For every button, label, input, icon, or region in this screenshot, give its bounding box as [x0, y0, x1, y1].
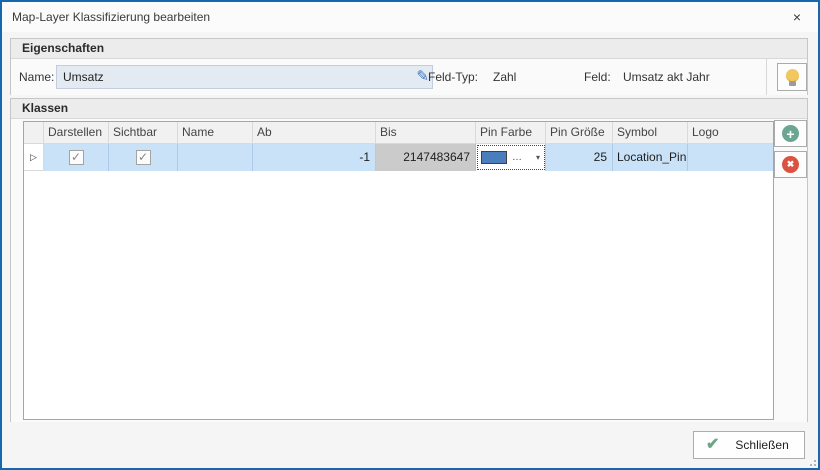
delete-x-icon: ✖: [782, 156, 799, 173]
header-row-selector: [24, 122, 44, 144]
properties-body: Name: ✎ Feld-Typ: Zahl Feld: Umsatz akt …: [11, 59, 807, 95]
sichtbar-checkbox[interactable]: ✓: [136, 150, 151, 165]
ellipsis-label: …: [512, 153, 523, 163]
cell-name[interactable]: [178, 144, 253, 171]
header-ab[interactable]: Ab: [253, 122, 376, 144]
name-label: Name:: [19, 70, 54, 84]
field-label: Feld:: [584, 70, 611, 84]
name-input-wrap: ✎: [56, 65, 433, 89]
field-value: Umsatz akt Jahr: [623, 70, 710, 84]
header-pin-groesse[interactable]: Pin Größe: [546, 122, 613, 144]
name-input[interactable]: [56, 65, 433, 89]
cell-darstellen: ✓: [44, 144, 109, 171]
row-marker-icon: ▷: [30, 152, 37, 162]
color-swatch: [481, 151, 507, 164]
header-logo[interactable]: Logo: [688, 122, 773, 144]
classes-body: Darstellen Sichtbar Name Ab Bis Pin Farb…: [11, 119, 807, 422]
plus-icon: +: [782, 125, 799, 142]
dropdown-arrow-icon: ▾: [536, 144, 540, 171]
header-bis[interactable]: Bis: [376, 122, 476, 144]
close-dialog-label: Schließen: [735, 438, 788, 452]
row-marker: ▷: [24, 144, 44, 171]
close-icon[interactable]: ×: [788, 8, 806, 26]
classes-section-title: Klassen: [11, 99, 807, 119]
check-icon: ✓: [70, 151, 83, 164]
dialog-title: Map-Layer Klassifizierung bearbeiten: [12, 2, 210, 32]
cell-symbol[interactable]: Location_Pin: [613, 144, 688, 171]
cell-pin-size[interactable]: 25: [546, 144, 613, 171]
dialog-window: Map-Layer Klassifizierung bearbeiten × E…: [0, 0, 820, 470]
lightbulb-icon: [786, 69, 799, 86]
divider: [766, 59, 767, 95]
table-header-row: Darstellen Sichtbar Name Ab Bis Pin Farb…: [24, 122, 773, 144]
cell-logo[interactable]: [688, 144, 773, 171]
check-icon: ✓: [137, 151, 150, 164]
cell-bis[interactable]: 2147483647: [376, 144, 476, 171]
pin-color-dropdown[interactable]: … ▾: [476, 144, 546, 171]
add-class-button[interactable]: +: [774, 120, 807, 147]
header-symbol[interactable]: Symbol: [613, 122, 688, 144]
delete-class-button[interactable]: ✖: [774, 151, 807, 178]
confirm-check-icon: ✔: [706, 437, 719, 453]
cell-ab[interactable]: -1: [253, 144, 376, 171]
header-sichtbar[interactable]: Sichtbar: [109, 122, 178, 144]
classes-table: Darstellen Sichtbar Name Ab Bis Pin Farb…: [23, 121, 774, 420]
classes-section: Klassen Darstellen Sichtbar Name Ab Bis …: [10, 98, 808, 422]
table-row[interactable]: ▷ ✓ ✓ -1 2147483647: [24, 144, 773, 171]
header-darstellen[interactable]: Darstellen: [44, 122, 109, 144]
close-dialog-button[interactable]: ✔ Schließen: [693, 431, 805, 459]
header-name[interactable]: Name: [178, 122, 253, 144]
field-type-label: Feld-Typ:: [428, 70, 478, 84]
properties-section-title: Eigenschaften: [11, 39, 807, 59]
field-type-value: Zahl: [493, 70, 516, 84]
header-pin-farbe[interactable]: Pin Farbe: [476, 122, 546, 144]
resize-grip[interactable]: [806, 456, 816, 466]
properties-section: Eigenschaften Name: ✎ Feld-Typ: Zahl Fel…: [10, 38, 808, 95]
title-bar: Map-Layer Klassifizierung bearbeiten ×: [2, 2, 818, 32]
hint-bulb-button[interactable]: [777, 63, 807, 91]
darstellen-checkbox[interactable]: ✓: [69, 150, 84, 165]
cell-sichtbar: ✓: [109, 144, 178, 171]
